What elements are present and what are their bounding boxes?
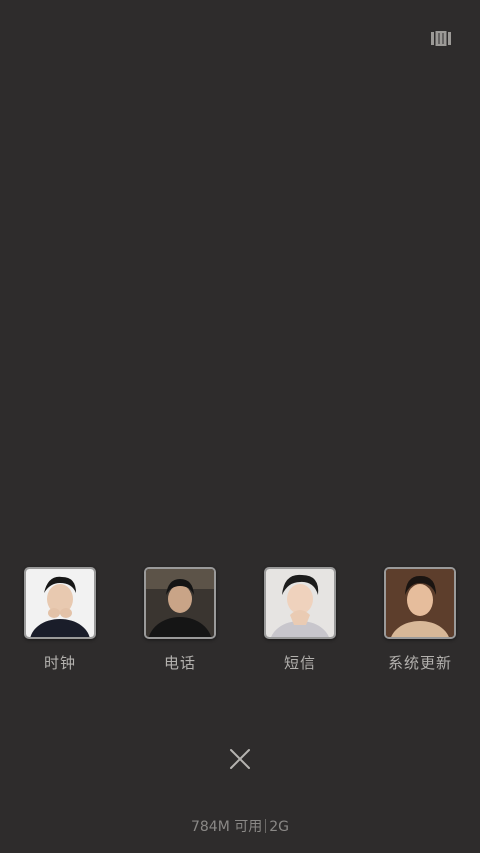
close-icon[interactable] — [224, 743, 256, 775]
memory-separator — [265, 819, 267, 833]
recent-app-messages[interactable]: 短信 — [240, 567, 360, 677]
app-thumbnail[interactable] — [384, 567, 456, 639]
app-label: 系统更新 — [387, 654, 452, 672]
app-label: 时钟 — [43, 654, 76, 672]
recent-app-clock[interactable]: 时钟 — [0, 567, 120, 677]
recent-apps-row: 时钟 电话 短信 系统更新 — [0, 567, 480, 677]
layout-columns-icon[interactable] — [431, 31, 451, 46]
memory-available: 784M 可用 — [190, 819, 263, 835]
recent-app-phone[interactable]: 电话 — [120, 567, 240, 677]
app-thumbnail[interactable] — [264, 567, 336, 639]
app-label: 短信 — [283, 654, 316, 672]
app-thumbnail[interactable] — [144, 567, 216, 639]
memory-total: 2G — [269, 819, 290, 835]
app-thumbnail[interactable] — [24, 567, 96, 639]
app-label: 电话 — [163, 654, 196, 672]
recent-apps-screen: 时钟 电话 短信 系统更新 784M 可用 2G — [0, 0, 480, 853]
memory-status: 784M 可用 2G — [0, 816, 480, 836]
recent-app-system-update[interactable]: 系统更新 — [360, 567, 480, 677]
